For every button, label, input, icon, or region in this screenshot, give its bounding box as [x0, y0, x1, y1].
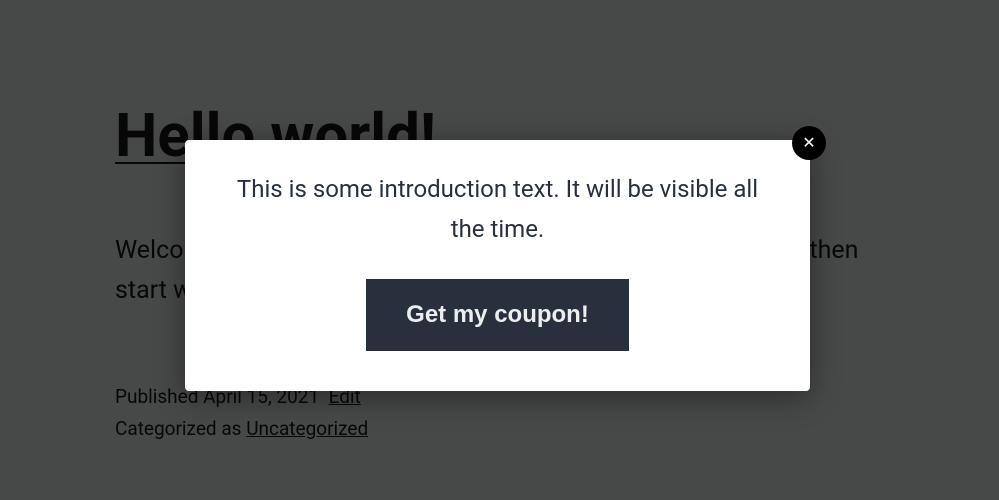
coupon-modal: ✕ This is some introduction text. It wil…	[185, 140, 810, 391]
modal-close-button[interactable]: ✕	[792, 126, 826, 160]
get-coupon-button[interactable]: Get my coupon!	[366, 279, 629, 351]
close-icon: ✕	[802, 133, 815, 153]
modal-intro-text: This is some introduction text. It will …	[225, 170, 770, 249]
